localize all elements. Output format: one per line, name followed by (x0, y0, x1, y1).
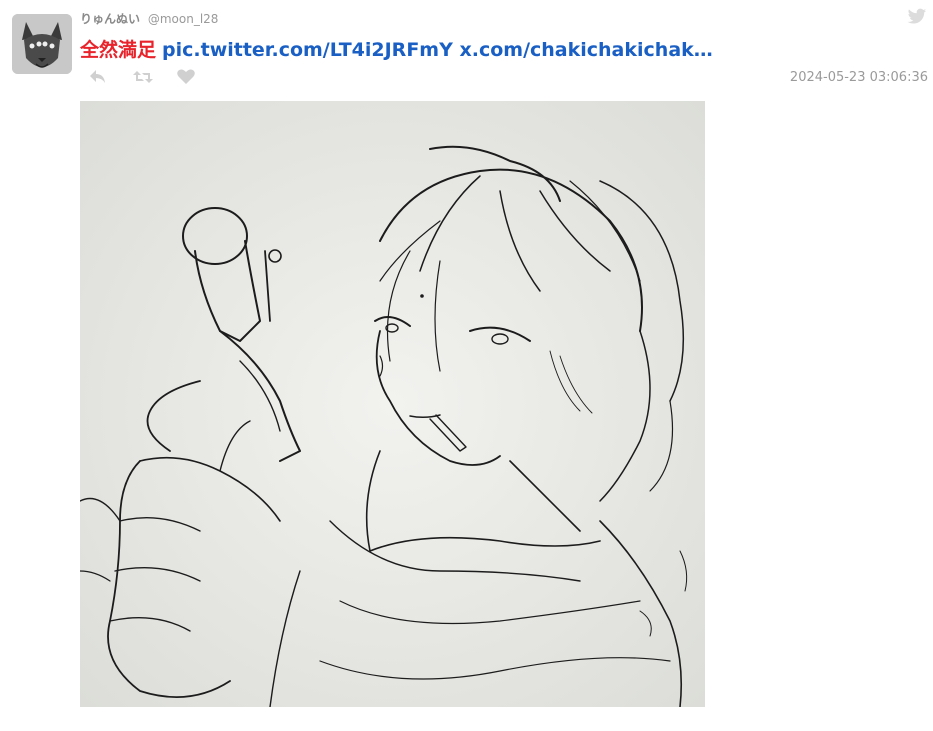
screen-name[interactable]: @moon_l28 (148, 12, 219, 26)
tweet-header: りゅんぬい @moon_l28 (80, 10, 218, 27)
tweet-card: りゅんぬい @moon_l28 全然満足 pic.twitter.com/LT4i… (0, 0, 933, 731)
retweet-icon[interactable] (132, 68, 153, 86)
tweet-actions (88, 68, 196, 86)
quoted-link[interactable]: x.com/chakichakichak… (459, 39, 712, 61)
display-name[interactable]: りゅんぬい (80, 12, 140, 26)
avatar[interactable] (12, 14, 72, 74)
tweet-media-image[interactable] (80, 101, 705, 707)
wolf-avatar-icon (12, 14, 72, 74)
reply-icon[interactable] (88, 68, 108, 86)
tweet-text: 全然満足 pic.twitter.com/LT4i2JRFmY x.com/cha… (80, 36, 713, 64)
tweet-timestamp[interactable]: 2024-05-23 03:06:36 (790, 70, 928, 85)
media-link[interactable]: pic.twitter.com/LT4i2JRFmY (162, 39, 453, 61)
heart-icon[interactable] (176, 68, 196, 86)
twitter-bird-icon[interactable] (907, 8, 929, 28)
sketch-illustration (80, 101, 705, 707)
tweet-text-jp: 全然満足 (80, 39, 157, 61)
